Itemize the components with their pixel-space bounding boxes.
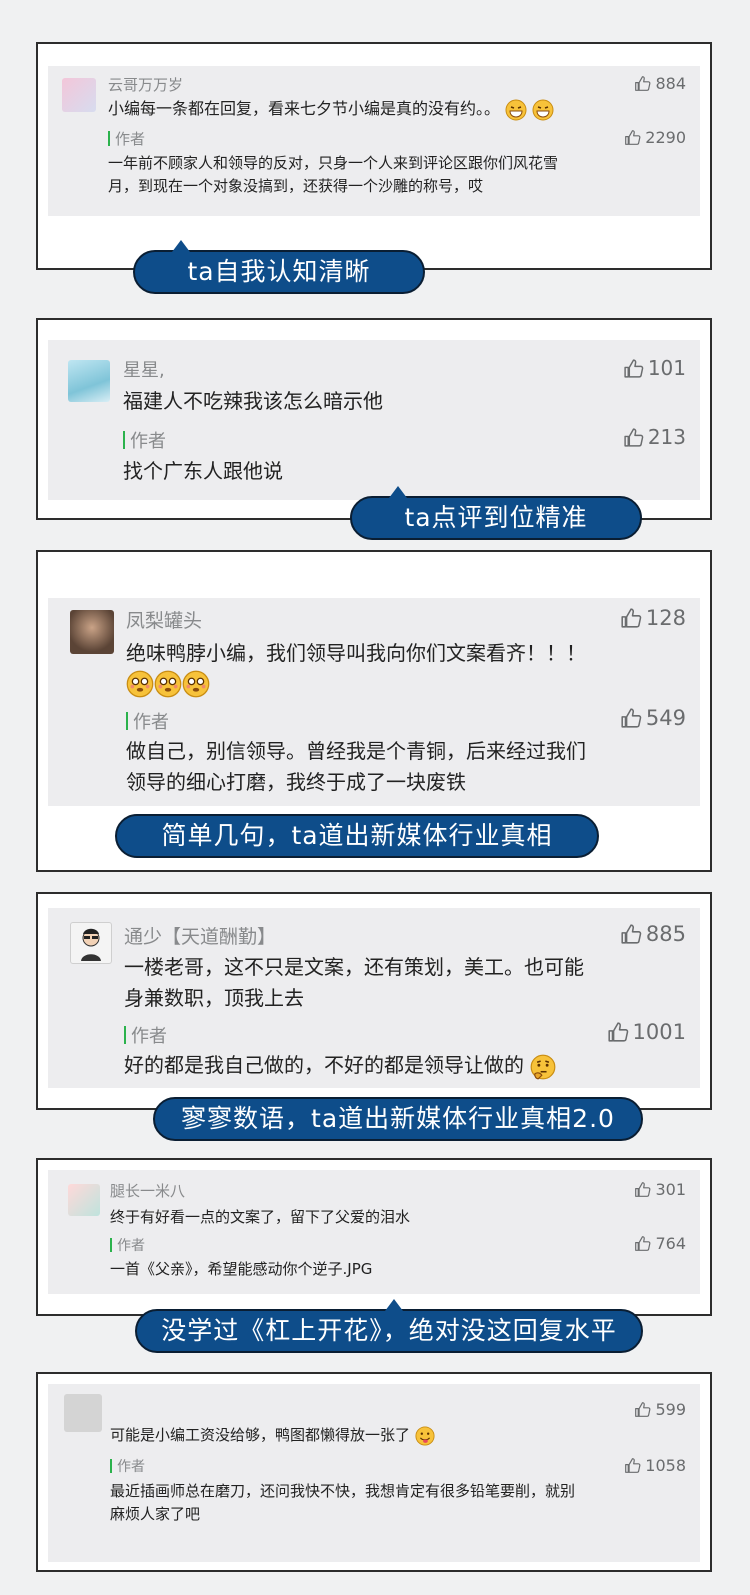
- bubble-tail: [172, 240, 190, 252]
- caption-bubble: 没学过《杠上开花》，绝对没这回复水平: [135, 1299, 643, 1353]
- like-count: 1001: [632, 1020, 686, 1044]
- grinning-emoji-icon: [505, 99, 527, 120]
- thinking-emoji-icon: [530, 1054, 556, 1079]
- avatar: [70, 922, 112, 964]
- comment-card-2: 星星, 101 福建人不吃辣我该怎么暗示他 作者 213 找个广东人跟他说: [36, 318, 712, 520]
- author-reply-text: 最近插画师总在磨刀，还问我快不快，我想肯定有很多铅笔要削，就别 麻烦人家了吧: [110, 1482, 576, 1524]
- like-count: 213: [647, 425, 686, 449]
- thumbs-up-icon: [624, 358, 644, 378]
- caption-bubble: 寥寥数语，ta道出新媒体行业真相2.0: [153, 1097, 643, 1141]
- thumbs-up-icon: [621, 708, 642, 728]
- comment-like-button[interactable]: 884: [634, 74, 686, 93]
- author-bar: [110, 1238, 112, 1252]
- author-like-button[interactable]: 1001: [607, 1020, 686, 1044]
- thumbs-up-icon: [625, 130, 641, 145]
- author-like-button[interactable]: 764: [634, 1234, 686, 1253]
- author-reply-label: 作者: [110, 1235, 145, 1255]
- comment-text: 福建人不吃辣我该怎么暗示他: [123, 389, 383, 413]
- like-count: 599: [655, 1400, 686, 1419]
- avatar: [70, 610, 114, 654]
- comment-text: 可能是小编工资没给够，鸭图都懒得放一张了: [110, 1424, 435, 1447]
- thumbs-up-icon: [624, 427, 644, 447]
- like-count: 1058: [645, 1456, 686, 1475]
- comment-like-button[interactable]: 885: [620, 922, 686, 946]
- avatar: [68, 360, 110, 402]
- author-like-button[interactable]: 549: [620, 706, 686, 730]
- caption-bubble: 简单几句，ta道出新媒体行业真相: [115, 814, 599, 858]
- comment-card-4: 通少【天道酬勤】 885 一楼老哥，这不只是文案，还有策划，美工。也可能 身兼数…: [36, 892, 712, 1110]
- comment-like-button[interactable]: 128: [620, 606, 686, 630]
- comment-text: 终于有好看一点的文案了，留下了父爱的泪水: [110, 1208, 411, 1226]
- cartoon-avatar-icon: [81, 928, 101, 961]
- author-reply-text: 找个广东人跟他说: [123, 459, 283, 483]
- author-bar: [124, 1026, 126, 1044]
- thumbs-up-icon: [635, 1402, 651, 1417]
- comment-username: 通少【天道酬勤】: [124, 926, 277, 948]
- comment-panel: 通少【天道酬勤】 885 一楼老哥，这不只是文案，还有策划，美工。也可能 身兼数…: [48, 908, 700, 1088]
- comment-card-5: 腿长一米八 301 终于有好看一点的文案了，留下了父爱的泪水 作者 764 一首…: [36, 1158, 712, 1316]
- comment-username: 云哥万万岁: [108, 76, 184, 94]
- tongue-out-emoji-icon: [415, 1425, 435, 1446]
- author-like-button[interactable]: 2290: [624, 128, 686, 147]
- thumbs-up-icon: [607, 1022, 628, 1042]
- author-reply-label: 作者: [110, 1456, 145, 1476]
- comment-like-button[interactable]: 599: [634, 1400, 686, 1419]
- like-count: 128: [645, 606, 686, 630]
- author-reply-text: 做自己，别信领导。曾经我是个青铜，后来经过我们 领导的细心打磨，我终于成了一块废…: [126, 739, 586, 794]
- avatar: [62, 78, 96, 112]
- like-count: 101: [647, 356, 686, 380]
- bubble-tail: [389, 486, 407, 498]
- like-count: 301: [655, 1180, 686, 1199]
- author-bar: [108, 131, 110, 146]
- thumbs-up-icon: [625, 1458, 641, 1473]
- flushed-emoji-icon: [182, 670, 210, 698]
- comment-text: 一楼老哥，这不只是文案，还有策划，美工。也可能 身兼数职，顶我上去: [124, 955, 584, 1010]
- author-reply-label: 作者: [123, 427, 166, 453]
- like-count: 884: [655, 74, 686, 93]
- like-count: 549: [645, 706, 686, 730]
- comment-username: 腿长一米八: [110, 1182, 186, 1200]
- like-count: 2290: [645, 128, 686, 147]
- author-bar: [126, 712, 128, 730]
- author-reply-label: 作者: [108, 128, 145, 149]
- emoji-row: [126, 670, 210, 698]
- comment-card-6: 599 可能是小编工资没给够，鸭图都懒得放一张了 作者 1058 最近插画师总在…: [36, 1372, 712, 1572]
- comment-text: 绝味鸭脖小编，我们领导叫我向你们文案看齐！！！: [126, 641, 586, 665]
- caption-bubble: ta点评到位精准: [350, 486, 642, 540]
- comment-panel: 星星, 101 福建人不吃辣我该怎么暗示他 作者 213 找个广东人跟他说: [48, 340, 700, 500]
- comment-panel: 599 可能是小编工资没给够，鸭图都懒得放一张了 作者 1058 最近插画师总在…: [48, 1384, 700, 1562]
- comment-username: 凤梨罐头: [126, 610, 203, 632]
- comment-panel: 腿长一米八 301 终于有好看一点的文案了，留下了父爱的泪水 作者 764 一首…: [48, 1170, 700, 1294]
- thumbs-up-icon: [621, 924, 642, 944]
- flushed-emoji-icon: [126, 670, 154, 698]
- comment-panel: 凤梨罐头 128 绝味鸭脖小编，我们领导叫我向你们文案看齐！！！ 作者 549 …: [48, 598, 700, 806]
- grinning-emoji-icon: [532, 99, 554, 120]
- thumbs-up-icon: [635, 1236, 651, 1251]
- caption-bubble: ta自我认知清晰: [133, 240, 425, 294]
- thumbs-up-icon: [635, 76, 651, 91]
- thumbs-up-icon: [635, 1182, 651, 1197]
- avatar: [68, 1184, 100, 1216]
- thumbs-up-icon: [621, 608, 642, 628]
- comment-username: 星星,: [123, 360, 165, 381]
- like-count: 764: [655, 1234, 686, 1253]
- comment-text: 小编每一条都在回复，看来七夕节小编是真的没有约。。: [108, 97, 554, 122]
- author-reply-text: 一年前不顾家人和领导的反对，只身一个人来到评论区跟你们风花雪 月，到现在一个对象…: [108, 154, 559, 196]
- comment-like-button[interactable]: 301: [634, 1180, 686, 1199]
- author-like-button[interactable]: 213: [623, 425, 686, 449]
- author-reply-text: 好的都是我自己做的，不好的都是领导让做的: [124, 1050, 556, 1081]
- author-like-button[interactable]: 1058: [624, 1456, 686, 1475]
- comment-panel: 云哥万万岁 884 小编每一条都在回复，看来七夕节小编是真的没有约。。 作者 2…: [48, 66, 700, 216]
- avatar: [64, 1394, 102, 1432]
- comment-like-button[interactable]: 101: [623, 356, 686, 380]
- author-reply-label: 作者: [124, 1022, 167, 1048]
- author-reply-text: 一首《父亲》，希望能感动你个逆子.JPG: [110, 1260, 373, 1278]
- flushed-emoji-icon: [154, 670, 182, 698]
- author-bar: [110, 1459, 112, 1473]
- comment-card-1: 云哥万万岁 884 小编每一条都在回复，看来七夕节小编是真的没有约。。 作者 2…: [36, 42, 712, 270]
- like-count: 885: [645, 922, 686, 946]
- author-reply-label: 作者: [126, 708, 169, 734]
- author-bar: [123, 431, 125, 449]
- bubble-tail: [385, 1299, 403, 1311]
